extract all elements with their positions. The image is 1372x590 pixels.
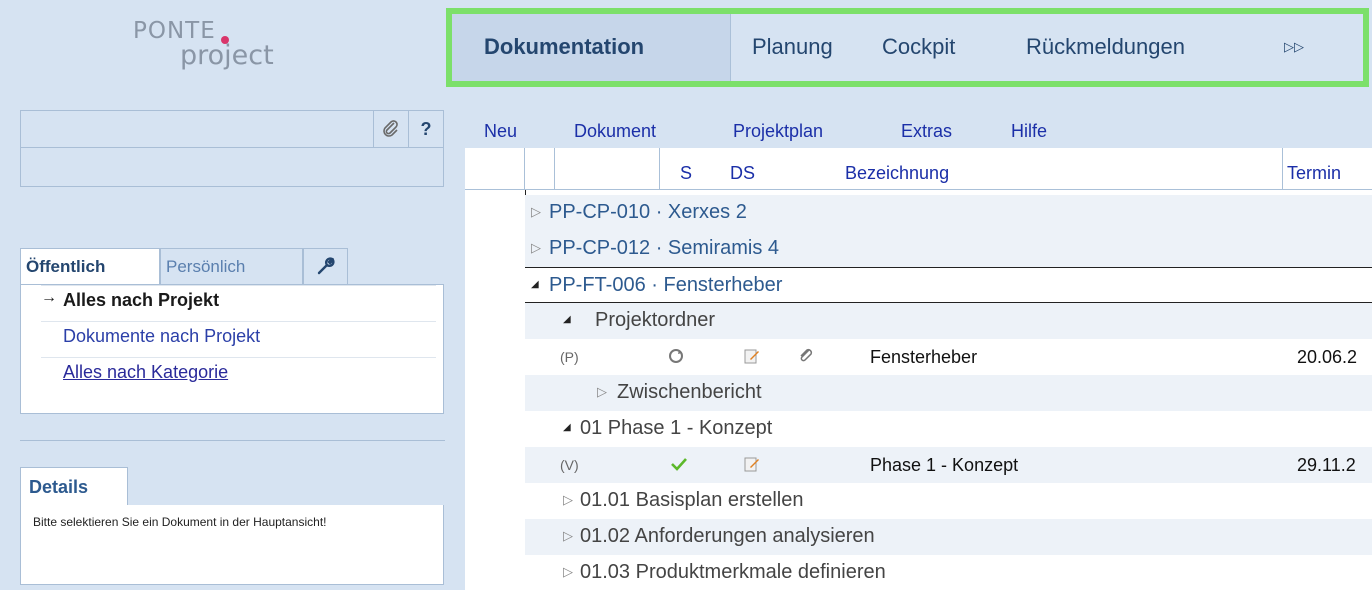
- checkmark-icon: [670, 455, 688, 478]
- header-ds[interactable]: DS: [730, 163, 755, 184]
- tab-dokumentation[interactable]: Dokumentation: [484, 34, 644, 60]
- expand-icon[interactable]: ▷: [563, 528, 573, 544]
- main-tabs: Dokumentation Planung Cockpit Rückmeldun…: [446, 8, 1369, 87]
- tree-row-produktmerkmale[interactable]: ▷ 01.03 Produktmerkmale definieren: [525, 555, 1372, 590]
- doc-code: (P): [560, 349, 579, 365]
- header-s[interactable]: S: [680, 163, 692, 184]
- document-grid[interactable]: S DS Bezeichnung Termin ▷ PP-CP-010 · Xe…: [465, 148, 1372, 590]
- header-col-1: [525, 148, 555, 190]
- tree-row-projektordner[interactable]: ◢ Projektordner: [525, 303, 1372, 339]
- paperclip-icon: [797, 347, 815, 370]
- attach-button[interactable]: [373, 111, 408, 147]
- row-label: PP-CP-010 · Xerxes 2: [549, 201, 747, 223]
- header-col-2[interactable]: [555, 148, 660, 190]
- tab-planung[interactable]: Planung: [752, 34, 833, 60]
- doc-date: 20.06.2: [1297, 347, 1358, 367]
- expand-icon[interactable]: ▷: [563, 492, 573, 508]
- row-label: 01.02 Anforderungen analysieren: [580, 525, 875, 547]
- edit-document-icon: [743, 347, 761, 370]
- arrow-right-icon: →: [41, 289, 57, 306]
- grid-header: S DS Bezeichnung Termin: [465, 148, 1372, 190]
- header-termin[interactable]: Termin: [1287, 163, 1341, 184]
- tab-rueckmeldungen[interactable]: Rückmeldungen: [1026, 34, 1185, 60]
- row-label: PP-CP-012 · Semiramis 4: [549, 237, 780, 259]
- nav-item-alles-nach-kategorie[interactable]: Alles nach Kategorie: [41, 357, 436, 385]
- tab-persoenlich[interactable]: Persönlich: [160, 248, 303, 284]
- main-area: Dokumentation Planung Cockpit Rückmeldun…: [446, 0, 1372, 590]
- row-label: 01.03 Produktmerkmale definieren: [580, 561, 886, 583]
- app-logo: PONTE project: [0, 0, 465, 90]
- details-panel: Bitte selektieren Sie ein Dokument in de…: [20, 505, 444, 585]
- sidebar: PONTE project ? Öffentlich Persönlich → …: [0, 0, 465, 590]
- menu-dokument[interactable]: Dokument: [574, 121, 656, 142]
- nav-item-alles-nach-projekt[interactable]: → Alles nach Projekt: [41, 285, 436, 313]
- row-label: 01.01 Basisplan erstellen: [580, 489, 804, 511]
- wrench-icon: [317, 257, 335, 275]
- collapse-icon[interactable]: ◢: [563, 422, 571, 433]
- logo-text-line2: project: [180, 40, 274, 71]
- search-divider: [21, 147, 443, 148]
- doc-code: (V): [560, 457, 579, 473]
- status-cycle-icon: [667, 347, 685, 370]
- menu-projektplan[interactable]: Projektplan: [733, 121, 823, 142]
- collapse-icon[interactable]: ◢: [531, 279, 539, 290]
- nav-panel: → Alles nach Projekt Dokumente nach Proj…: [20, 284, 444, 414]
- header-bezeichnung[interactable]: Bezeichnung: [845, 163, 949, 184]
- expand-icon[interactable]: ▷: [531, 204, 541, 220]
- nav-item-label: Alles nach Projekt: [63, 290, 220, 310]
- doc-name: Phase 1 - Konzept: [870, 455, 1019, 475]
- tree-row-anforderungen[interactable]: ▷ 01.02 Anforderungen analysieren: [525, 519, 1372, 555]
- menu-bar: Neu Dokument Projektplan Extras Hilfe: [465, 108, 1372, 148]
- doc-row-fensterheber[interactable]: (P) Fensterheber 20.06.2: [525, 339, 1372, 375]
- tree-row-phase1[interactable]: ◢ 01 Phase 1 - Konzept: [525, 411, 1372, 447]
- details-title[interactable]: Details: [20, 467, 128, 505]
- sidebar-divider: [20, 440, 445, 441]
- tree-row-semiramis[interactable]: ▷ PP-CP-012 · Semiramis 4: [525, 231, 1372, 267]
- nav-item-dokumente-nach-projekt[interactable]: Dokumente nach Projekt: [41, 321, 436, 349]
- row-label: Projektordner: [595, 309, 716, 331]
- doc-date: 29.11.2: [1297, 455, 1356, 475]
- collapse-icon[interactable]: ◢: [563, 314, 571, 325]
- edit-document-icon: [743, 455, 761, 478]
- menu-extras[interactable]: Extras: [901, 121, 952, 142]
- header-col-0: [465, 148, 525, 190]
- row-label: 01 Phase 1 - Konzept: [580, 417, 773, 439]
- expand-icon[interactable]: ▷: [563, 564, 573, 580]
- help-button[interactable]: ?: [408, 111, 443, 147]
- tree-row-xerxes[interactable]: ▷ PP-CP-010 · Xerxes 2: [525, 195, 1372, 231]
- search-panel[interactable]: ?: [20, 110, 444, 187]
- expand-icon[interactable]: ▷: [597, 384, 607, 400]
- doc-name: Fensterheber: [870, 347, 978, 367]
- expand-icon[interactable]: ▷: [531, 240, 541, 256]
- menu-neu[interactable]: Neu: [484, 121, 517, 142]
- paperclip-icon: [383, 120, 398, 137]
- details-message: Bitte selektieren Sie ein Dokument in de…: [33, 515, 327, 529]
- tree-row-zwischenbericht[interactable]: ▷ Zwischenbericht: [525, 375, 1372, 411]
- tree-row-fensterheber-project[interactable]: ◢ PP-FT-006 · Fensterheber: [525, 267, 1372, 303]
- tab-cockpit[interactable]: Cockpit: [882, 34, 955, 60]
- row-label: PP-FT-006 · Fensterheber: [549, 274, 783, 296]
- tree-row-basisplan[interactable]: ▷ 01.01 Basisplan erstellen: [525, 483, 1372, 519]
- more-tabs-button[interactable]: ▷▷: [1284, 39, 1304, 55]
- tab-oeffentlich[interactable]: Öffentlich: [20, 248, 160, 286]
- menu-hilfe[interactable]: Hilfe: [1011, 121, 1047, 142]
- doc-row-phase1-konzept[interactable]: (V) Phase 1 - Konzept 29.11.2: [525, 447, 1372, 483]
- row-label: Zwischenbericht: [617, 381, 762, 403]
- tab-settings[interactable]: [303, 248, 348, 284]
